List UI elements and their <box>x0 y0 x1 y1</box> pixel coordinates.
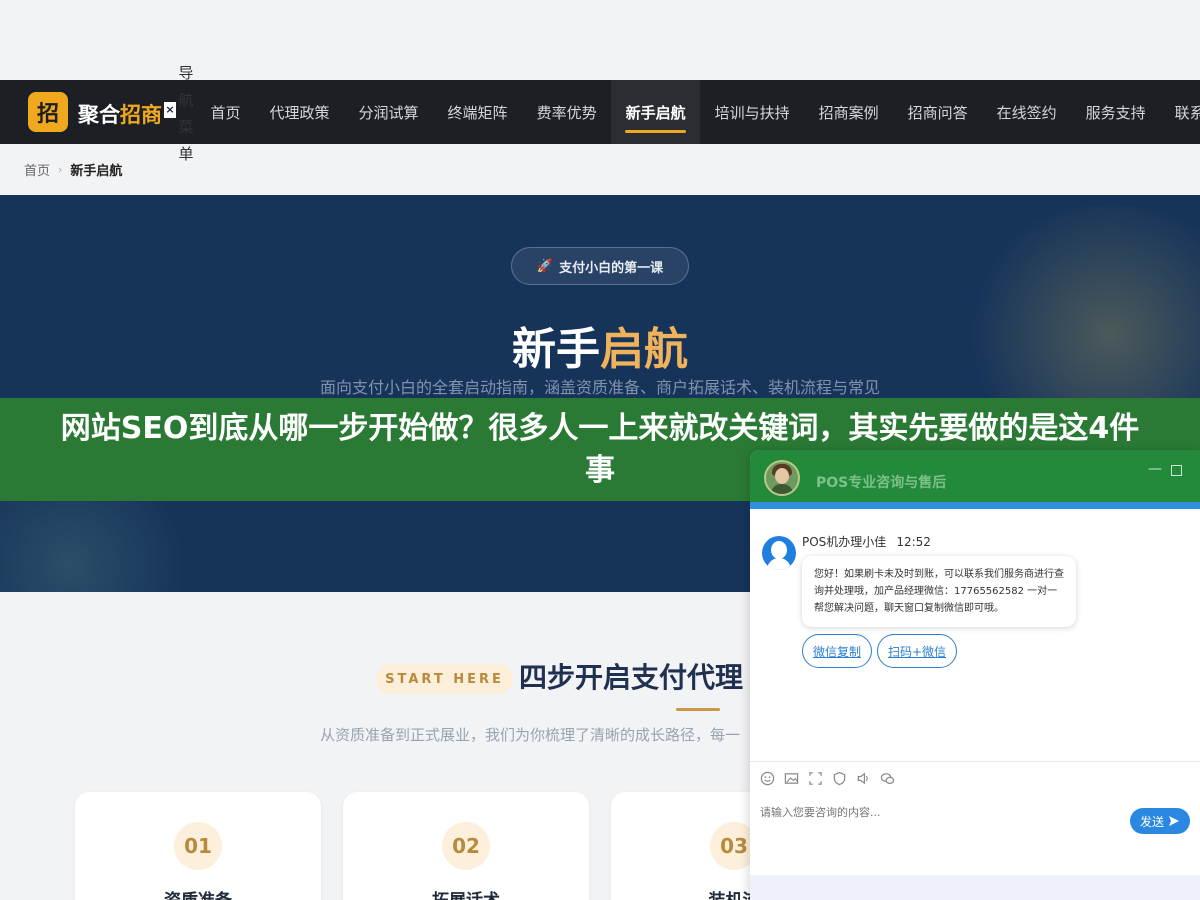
wechat-icon[interactable] <box>880 771 895 786</box>
nav-item-terminals[interactable]: 终端矩阵 <box>433 80 522 144</box>
chat-message-input[interactable] <box>760 800 1120 824</box>
hero-title: 新手启航 <box>0 313 1200 377</box>
chat-footer <box>750 875 1200 900</box>
section-title: 四步开启支付代理 <box>519 661 744 694</box>
nav-item-profit-calc[interactable]: 分润试算 <box>344 80 433 144</box>
nav-item-rate-advantage[interactable]: 费率优势 <box>522 80 611 144</box>
copy-wechat-button[interactable]: 微信复制 <box>802 634 873 668</box>
step-number: 01 <box>174 822 222 870</box>
nav-item-cases[interactable]: 招商案例 <box>804 80 893 144</box>
nav-menu-char: 航 <box>178 91 194 109</box>
nav-menu-char: 菜 <box>178 118 194 136</box>
nav-item-agent-policy[interactable]: 代理政策 <box>255 80 344 144</box>
agent-avatar-icon <box>762 536 796 570</box>
support-avatar-icon <box>764 460 800 496</box>
brand-main: 聚合 <box>78 103 120 127</box>
breadcrumb-home[interactable]: 首页 <box>24 160 50 179</box>
hero-badge-text: 支付小白的第一课 <box>559 260 664 276</box>
image-icon[interactable] <box>784 771 799 786</box>
nav-item-home[interactable]: 首页 <box>196 80 255 144</box>
nav-item-training[interactable]: 培训与扶持 <box>700 80 804 144</box>
shield-icon[interactable] <box>832 771 847 786</box>
section-tag: START HERE <box>376 664 513 694</box>
logo-icon[interactable]: 招 <box>28 92 68 132</box>
screenshot-icon[interactable] <box>808 771 823 786</box>
send-arrow-icon <box>1169 816 1179 826</box>
send-label: 发送 <box>1139 814 1164 829</box>
chat-toolbar <box>750 761 1200 795</box>
chat-message-bubble: 您好！如果刷卡未及时到账，可以联系我们服务商进行查询并处理哦，加产品经理微信：1… <box>802 556 1076 627</box>
nav-menu-char: 单 <box>178 145 194 163</box>
step-card[interactable]: 02 拓展话术 <box>343 792 589 900</box>
step-card[interactable]: 01 资质准备 <box>75 792 321 900</box>
nav-close-icon[interactable]: × <box>164 102 176 118</box>
emoji-icon[interactable] <box>760 771 775 786</box>
rocket-icon: 🚀 <box>536 258 554 274</box>
brand-accent: 招商 <box>120 103 162 127</box>
nav-item-contact[interactable]: 联系 <box>1160 80 1200 144</box>
nav-menu-char: 导 <box>178 64 194 82</box>
hero-badge: 🚀 支付小白的第一课 <box>511 247 689 285</box>
hero-title-main: 新手 <box>512 324 600 375</box>
breadcrumb: 首页 › 新手启航 <box>24 160 122 179</box>
section-divider <box>676 708 720 711</box>
maximize-icon[interactable] <box>1171 465 1182 476</box>
chat-title: POS专业咨询与售后 <box>816 475 947 491</box>
step-title: 拓展话术 <box>343 886 589 900</box>
sound-icon[interactable] <box>856 771 871 786</box>
nav-menu-toggle[interactable]: 导 航 菜 单 <box>178 60 194 168</box>
send-button[interactable]: 发送 <box>1130 808 1190 834</box>
brand-name[interactable]: 聚合招商 <box>78 99 162 129</box>
nav-menu: 首页 代理政策 分润试算 终端矩阵 费率优势 新手启航 培训与扶持 招商案例 招… <box>196 80 1200 144</box>
chat-header: POS专业咨询与售后 — <box>750 450 1200 509</box>
message-time: 12:52 <box>896 535 931 549</box>
step-number: 02 <box>442 822 490 870</box>
nav-item-online-sign[interactable]: 在线签约 <box>982 80 1071 144</box>
agent-name: POS机办理小佳 <box>802 535 887 549</box>
nav-item-faq[interactable]: 招商问答 <box>893 80 982 144</box>
scan-wechat-button[interactable]: 扫码+微信 <box>877 634 958 668</box>
agent-meta: POS机办理小佳 12:52 <box>802 533 931 550</box>
chat-widget: POS专业咨询与售后 — POS机办理小佳 12:52 您好！如果刷卡未及时到账，… <box>750 450 1200 900</box>
nav-item-service[interactable]: 服务支持 <box>1071 80 1160 144</box>
section-subtitle: 从资质准备到正式展业，我们为你梳理了清晰的成长路径，每一 <box>320 726 741 744</box>
breadcrumb-separator: › <box>58 163 63 176</box>
minimize-icon[interactable]: — <box>1148 462 1162 476</box>
logo-char: 招 <box>36 102 59 127</box>
breadcrumb-current: 新手启航 <box>70 164 123 179</box>
hero-title-accent: 启航 <box>600 324 688 375</box>
step-title: 资质准备 <box>75 886 321 900</box>
nav-item-beginner[interactable]: 新手启航 <box>611 80 701 144</box>
